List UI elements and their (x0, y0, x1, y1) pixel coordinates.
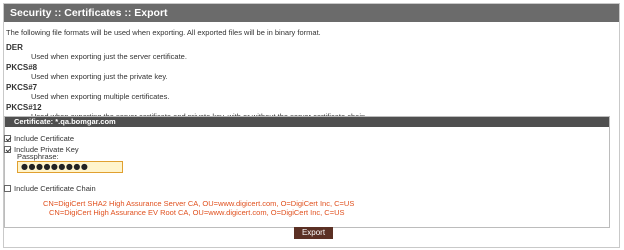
intro-text: The following file formats will be used … (6, 28, 321, 37)
format-desc-der: Used when exporting just the server cert… (31, 52, 187, 61)
chain-entry: CN=DigiCert SHA2 High Assurance Server C… (43, 199, 355, 208)
format-name-der: DER (6, 43, 23, 52)
format-name-pkcs8: PKCS#8 (6, 63, 38, 72)
format-name-pkcs7: PKCS#7 (6, 83, 38, 92)
format-desc-pkcs8: Used when exporting just the private key… (31, 72, 168, 81)
include-certificate-checkbox[interactable] (4, 135, 11, 142)
page-title: Security :: Certificates :: Export (4, 4, 619, 22)
format-name-pkcs12: PKCS#12 (6, 103, 42, 112)
include-certificate-label[interactable]: Include Certificate (14, 134, 74, 143)
passphrase-label: Passphrase: (17, 152, 59, 161)
format-desc-pkcs7: Used when exporting multiple certificate… (31, 92, 170, 101)
include-chain-row[interactable]: Include Certificate Chain (4, 184, 96, 193)
include-private-key-checkbox[interactable] (4, 146, 11, 153)
include-chain-label[interactable]: Include Certificate Chain (14, 184, 96, 193)
format-list: DER Used when exporting just the server … (6, 44, 606, 124)
include-certificate-row[interactable]: Include Certificate (4, 134, 74, 143)
passphrase-input[interactable]: ●●●●●●●●● (17, 161, 123, 173)
chain-entry: CN=DigiCert High Assurance EV Root CA, O… (49, 208, 345, 217)
certificate-title: Certificate: *.qa.bomgar.com (5, 117, 609, 127)
include-chain-checkbox[interactable] (4, 185, 11, 192)
export-button[interactable]: Export (294, 227, 333, 239)
